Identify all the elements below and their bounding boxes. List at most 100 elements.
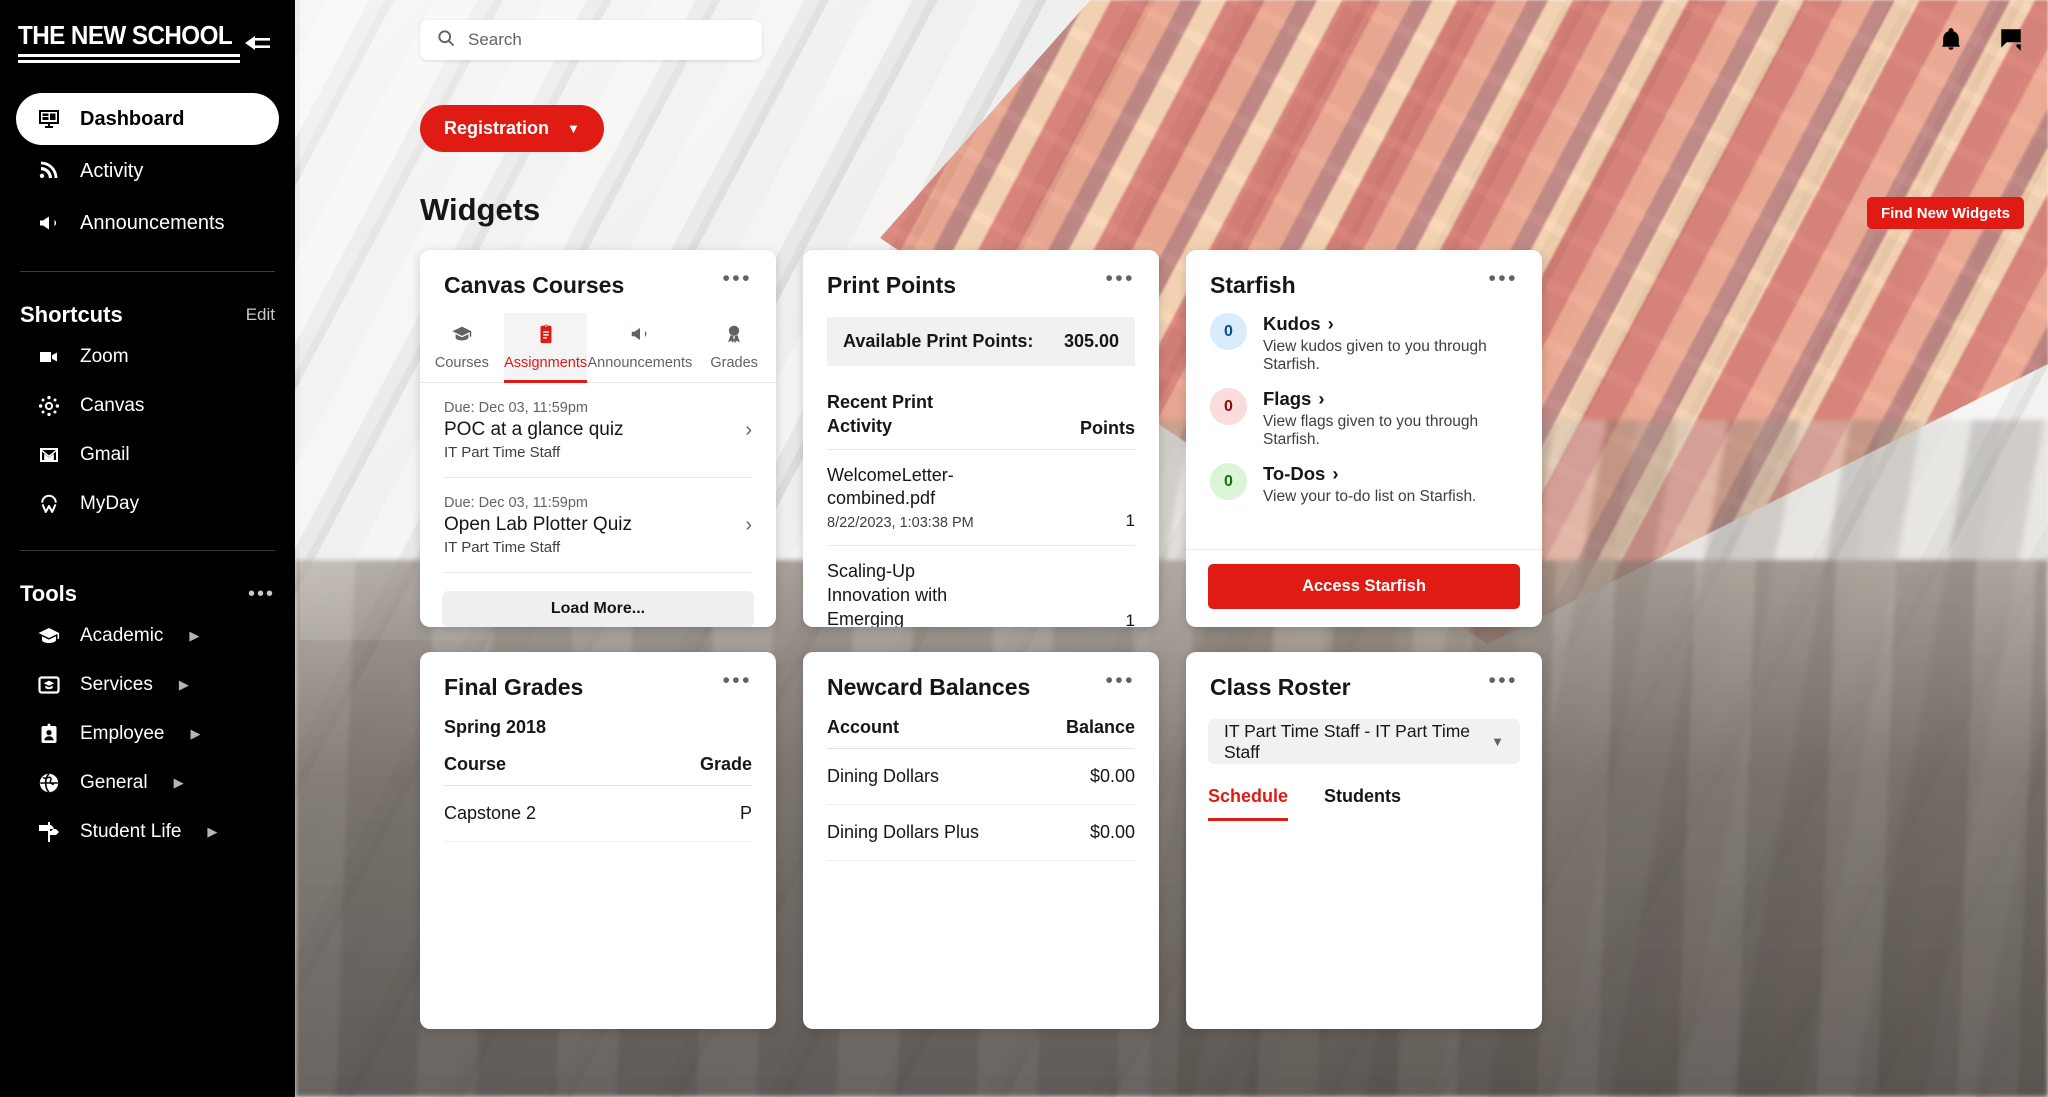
widget-menu-icon[interactable]: ••• <box>1488 268 1518 289</box>
load-more-button[interactable]: Load More... <box>442 591 754 627</box>
available-label: Available Print Points: <box>843 331 1034 351</box>
starfish-item-todos[interactable]: 0 To-Dos › View your to-do list on Starf… <box>1186 449 1542 506</box>
canvas-tabs: Courses Assignments Announcements Grades <box>420 313 776 383</box>
tab-label: Assignments <box>504 355 588 371</box>
assignment-title: POC at a glance quiz <box>444 419 624 440</box>
bell-icon[interactable] <box>1938 26 1964 57</box>
tools-label: Services <box>80 673 153 695</box>
todos-label: To-Dos › <box>1263 463 1476 485</box>
tab-grades[interactable]: Grades <box>692 313 776 383</box>
chevron-right-icon: ▶ <box>173 774 184 790</box>
course-select[interactable]: IT Part Time Staff - IT Part Time Staff … <box>1208 719 1520 764</box>
search-input[interactable] <box>468 30 746 50</box>
assignment-title: Open Lab Plotter Quiz <box>444 514 632 535</box>
registration-button[interactable]: Registration ▼ <box>420 105 604 152</box>
graduation-cap-icon <box>451 323 473 349</box>
widget-print-points: Print Points ••• Available Print Points:… <box>803 250 1159 627</box>
chevron-right-icon: › <box>1327 313 1334 334</box>
graduation-cap-icon <box>36 624 62 648</box>
tools-item-academic[interactable]: Academic ▶ <box>16 611 279 660</box>
chevron-right-icon: › <box>745 419 752 441</box>
course-name: Capstone 2 <box>444 785 641 842</box>
tools-item-student-life[interactable]: Student Life ▶ <box>16 807 279 856</box>
starfish-item-name: Kudos <box>1263 313 1321 334</box>
card-header: Class Roster ••• <box>1186 652 1542 701</box>
tools-title: Tools <box>20 581 78 606</box>
top-icons <box>1938 26 2024 57</box>
shortcut-item-canvas[interactable]: Canvas <box>16 381 279 430</box>
tools-item-general[interactable]: General ▶ <box>16 758 279 807</box>
widget-newcard-balances: Newcard Balances ••• Account Balance Din… <box>803 652 1159 1029</box>
tools-item-employee[interactable]: Employee ▶ <box>16 709 279 758</box>
widget-menu-icon[interactable]: ••• <box>1105 670 1135 691</box>
sidebar-item-activity[interactable]: Activity <box>16 145 279 197</box>
services-icon <box>36 673 62 697</box>
print-points-value: 1 <box>1125 611 1135 627</box>
assignment-list: Due: Dec 03, 11:59pm POC at a glance qui… <box>420 383 776 573</box>
tab-assignments[interactable]: Assignments <box>503 313 588 383</box>
logo-rules <box>18 54 240 63</box>
course-grade: P <box>640 785 752 842</box>
table-row: Capstone 2 P <box>444 785 752 842</box>
shortcuts-edit-button[interactable]: Edit <box>246 305 275 325</box>
widget-title: Canvas Courses <box>444 272 625 298</box>
shortcut-item-myday[interactable]: MyDay <box>16 479 279 528</box>
newcard-table: Account Balance Dining Dollars $0.00 Din… <box>827 711 1135 861</box>
tab-announcements[interactable]: Announcements <box>587 313 692 383</box>
tab-label: Grades <box>710 355 758 371</box>
sidebar-item-dashboard[interactable]: Dashboard <box>16 93 279 145</box>
starfish-item-flags[interactable]: 0 Flags › View flags given to you throug… <box>1186 374 1542 449</box>
starfish-item-name: To-Dos <box>1263 463 1326 484</box>
column-header-points: Points <box>1079 417 1135 438</box>
collapse-sidebar-icon[interactable] <box>240 26 273 60</box>
tools-item-services[interactable]: Services ▶ <box>16 660 279 709</box>
chevron-right-icon: › <box>1318 388 1325 409</box>
shortcut-item-gmail[interactable]: Gmail <box>16 430 279 479</box>
assignment-due: Due: Dec 03, 11:59pm <box>444 400 589 416</box>
sidebar-divider-2 <box>20 550 275 551</box>
chevron-right-icon: ▶ <box>207 823 218 839</box>
sidebar-nav: Dashboard Activity Announcements <box>16 93 279 249</box>
chevron-right-icon: › <box>1332 463 1339 484</box>
widget-menu-icon[interactable]: ••• <box>1488 670 1518 691</box>
tools-label: Student Life <box>80 820 182 842</box>
school-logo[interactable]: THE NEW SCHOOL <box>18 22 240 63</box>
find-new-widgets-button[interactable]: Find New Widgets <box>1866 197 2024 229</box>
shortcuts-list: Zoom Canvas Gmail MyDay <box>16 332 279 528</box>
tools-more-icon[interactable]: ••• <box>248 584 275 604</box>
search-bar[interactable] <box>420 20 762 60</box>
sidebar: THE NEW SCHOOL Dashboard Activity Announ… <box>0 0 295 1097</box>
tools-list: Academic ▶ Services ▶ Employee ▶ General… <box>16 611 279 856</box>
tab-students[interactable]: Students <box>1324 786 1401 821</box>
widget-menu-icon[interactable]: ••• <box>1105 268 1135 289</box>
assignment-row[interactable]: Due: Dec 03, 11:59pm POC at a glance qui… <box>444 383 752 478</box>
search-icon <box>436 28 456 53</box>
table-row: Dining Dollars Plus $0.00 <box>827 804 1135 861</box>
print-date: 8/22/2023, 1:03:38 PM <box>827 515 974 532</box>
shortcut-item-zoom[interactable]: Zoom <box>16 332 279 381</box>
starfish-item-kudos[interactable]: 0 Kudos › View kudos given to you throug… <box>1186 299 1542 374</box>
access-starfish-button[interactable]: Access Starfish <box>1208 564 1520 609</box>
shortcuts-header: Shortcuts Edit <box>16 294 279 332</box>
widget-menu-icon[interactable]: ••• <box>722 268 752 289</box>
card-header: Starfish ••• <box>1186 250 1542 299</box>
assignment-row[interactable]: Due: Dec 03, 11:59pm Open Lab Plotter Qu… <box>444 478 752 573</box>
tab-label: Announcements <box>587 355 693 371</box>
print-file-name: WelcomeLetter-combined.pdf <box>827 464 954 509</box>
widget-starfish: Starfish ••• 0 Kudos › View kudos given … <box>1186 250 1542 627</box>
shortcut-label: Gmail <box>80 443 130 465</box>
kudos-label: Kudos › <box>1263 313 1518 335</box>
widget-menu-icon[interactable]: ••• <box>722 670 752 691</box>
account-name: Dining Dollars Plus <box>827 804 1039 861</box>
chat-icon[interactable] <box>1998 26 2024 57</box>
chevron-down-icon: ▼ <box>567 121 580 136</box>
tab-schedule[interactable]: Schedule <box>1208 786 1289 821</box>
tab-label: Courses <box>434 355 489 371</box>
signpost-icon <box>36 820 62 844</box>
widget-canvas-courses: Canvas Courses ••• Courses Assignments A… <box>420 250 776 627</box>
tab-courses[interactable]: Courses <box>420 313 504 383</box>
tools-label: Academic <box>80 624 164 646</box>
chevron-down-icon: ▼ <box>1491 734 1504 749</box>
sidebar-item-announcements[interactable]: Announcements <box>16 197 279 249</box>
print-activity-row: WelcomeLetter-combined.pdf 8/22/2023, 1:… <box>827 450 1135 547</box>
